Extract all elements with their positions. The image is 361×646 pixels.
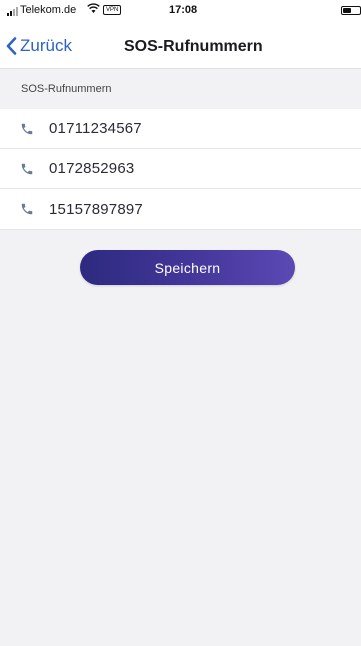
- signal-icon: [7, 7, 18, 16]
- list-item[interactable]: 0172852963: [0, 149, 361, 189]
- status-bar: Telekom.de VPN 17:08: [0, 0, 361, 22]
- phone-icon: [21, 123, 33, 134]
- wifi-icon: [87, 3, 100, 13]
- phone-icon: [21, 203, 33, 215]
- page-title: SOS-Rufnummern: [124, 38, 263, 55]
- save-button[interactable]: Speichern: [80, 250, 295, 285]
- divider: [0, 229, 361, 230]
- carrier-name: Telekom.de: [20, 4, 77, 16]
- list-item[interactable]: 15157897897: [0, 189, 361, 229]
- clock: 17:08: [169, 4, 198, 16]
- back-button[interactable]: Zurück: [6, 36, 72, 56]
- back-button-label: Zurück: [20, 36, 72, 55]
- chevron-left-icon: [6, 37, 17, 55]
- phone-icon: [21, 163, 33, 174]
- section-header: SOS-Rufnummern: [0, 69, 361, 109]
- phone-number: 01711234567: [49, 120, 142, 137]
- phone-number: 15157897897: [49, 200, 143, 218]
- phone-number: 0172852963: [49, 160, 135, 177]
- battery-icon: [341, 6, 361, 15]
- list-item[interactable]: 01711234567: [0, 109, 361, 149]
- navigation-bar: Zurück SOS-Rufnummern: [0, 22, 361, 69]
- sos-number-list: 01711234567 0172852963 15157897897: [0, 109, 361, 229]
- vpn-badge: VPN: [103, 5, 122, 15]
